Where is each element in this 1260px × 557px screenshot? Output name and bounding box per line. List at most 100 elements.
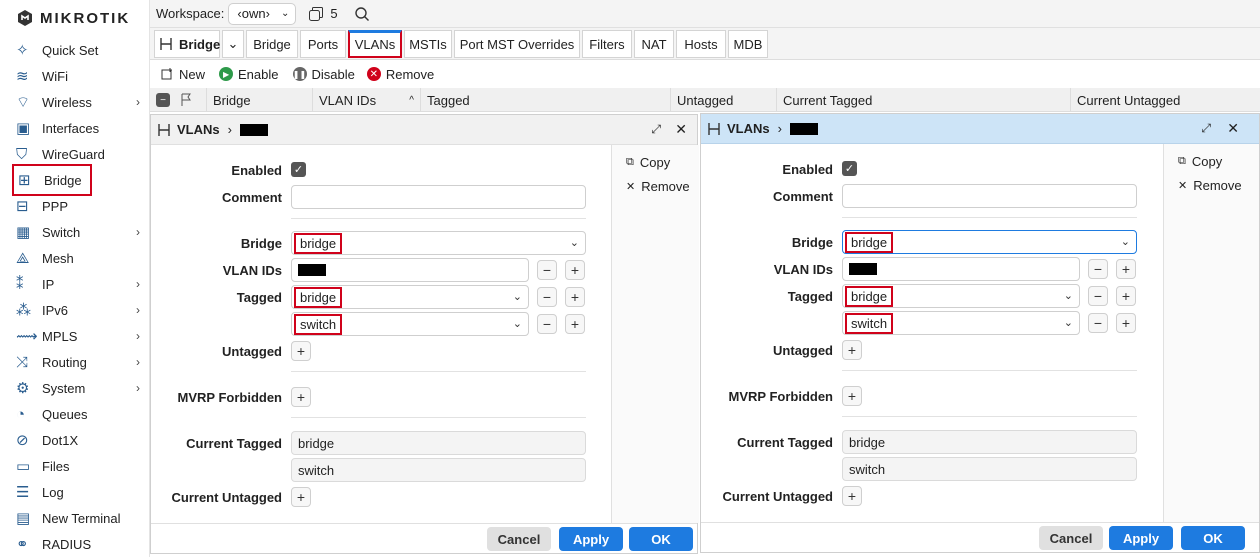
sidebar-item-mesh[interactable]: ⟁ Mesh [12,246,148,270]
remove-action-button[interactable]: ✕ Remove [626,179,690,194]
tagged-select-1[interactable]: bridge ⌄ [842,284,1080,308]
disable-button[interactable]: ❚❚ Disable [292,67,355,82]
tabs-dropdown[interactable]: ⌄ [222,30,244,58]
sidebar-item-mpls[interactable]: ⟿ MPLS › [12,324,148,348]
sidebar-item-new-terminal[interactable]: ▤ New Terminal [12,506,148,530]
col-untagged[interactable]: Untagged [670,88,776,112]
tagged-select-2[interactable]: switch ⌄ [291,312,529,336]
close-icon[interactable]: ✕ [1227,120,1239,137]
cancel-button[interactable]: Cancel [487,527,551,551]
enable-button[interactable]: ▶ Enable [219,67,279,82]
sidebar-item-bridge[interactable]: ⊞ Bridge [12,164,92,196]
search-icon[interactable] [354,6,370,22]
workspace-select[interactable]: ‹own› ⌄ [228,2,297,25]
col-tagged[interactable]: Tagged [420,88,670,112]
tab-label: VLANs [354,37,396,52]
mvrp-add-button[interactable]: + [842,386,862,406]
tagged-select-2[interactable]: switch ⌄ [842,311,1080,335]
vlan-ids-remove-button[interactable]: − [537,260,557,280]
sidebar-item-wireguard[interactable]: ⛉ WireGuard [12,142,148,166]
tab-label: MSTIs [409,36,447,52]
select-all-checkbox[interactable]: − [156,93,170,107]
enabled-checkbox[interactable]: ✓ [291,162,306,177]
tab-hosts[interactable]: Hosts [676,30,726,58]
enabled-checkbox[interactable]: ✓ [842,161,857,176]
ok-button[interactable]: OK [629,527,693,551]
tagged-1-remove-button[interactable]: − [1088,286,1108,306]
bridge-select[interactable]: bridge ⌄ [291,231,586,255]
close-icon[interactable]: ✕ [675,121,687,138]
sidebar-item-ipv6[interactable]: ⁂ IPv6 › [12,298,148,322]
ok-button[interactable]: OK [1181,526,1245,550]
sidebar-item-queues[interactable]: ◔ Queues [12,402,148,426]
play-icon: ▶ [219,67,234,81]
dialog-actions-panel: ⧉ Copy ✕ Remove [1163,144,1259,522]
tab-label: Hosts [684,36,718,52]
sidebar-item-log[interactable]: ☰ Log [12,480,148,504]
bridge-select[interactable]: bridge ⌄ [842,230,1137,254]
tab-mdb[interactable]: MDB [728,30,768,58]
sidebar-item-files[interactable]: ▭ Files [12,454,148,478]
apply-button[interactable]: Apply [559,527,623,551]
col-current-tagged[interactable]: Current Tagged [776,88,1070,112]
copy-button[interactable]: ⧉ Copy [626,155,670,170]
sidebar-item-radius[interactable]: ⚭ RADIUS [12,532,148,556]
field-label: Current Untagged [722,489,834,504]
current-untagged-add-button[interactable]: + [842,486,862,506]
tab-bridge[interactable]: Bridge [246,30,298,58]
col-bridge[interactable]: Bridge [206,88,312,112]
remove-action-button[interactable]: ✕ Remove [1178,178,1242,193]
tagged-1-add-button[interactable]: + [1116,286,1136,306]
current-untagged-add-button[interactable]: + [291,487,311,507]
sidebar-item-system[interactable]: ⚙ System › [12,376,148,400]
apply-button[interactable]: Apply [1109,526,1173,550]
col-vlan-ids[interactable]: VLAN IDs ^ [312,88,420,112]
sidebar-item-label: WiFi [42,68,68,84]
tab-vlans[interactable]: VLANs [348,30,402,58]
col-current-untagged[interactable]: Current Untagged [1070,88,1260,112]
vlan-ids-remove-button[interactable]: − [1088,259,1108,279]
sidebar-item-ip[interactable]: ⁑ IP › [12,272,148,296]
copy-button[interactable]: ⧉ Copy [1178,154,1222,169]
untagged-add-button[interactable]: + [842,340,862,360]
tagged-1-add-button[interactable]: + [565,287,585,307]
sidebar-item-label: PPP [42,198,69,214]
untagged-add-button[interactable]: + [291,341,311,361]
sidebar-item-quick-set[interactable]: ✧ Quick Set [12,38,148,62]
sidebar-item-switch[interactable]: ▦ Switch › [12,220,148,244]
vlan-ids-input[interactable] [291,258,529,282]
comment-input[interactable] [842,184,1137,208]
tagged-select-1[interactable]: bridge ⌄ [291,285,529,309]
remove-button[interactable]: ✕ Remove [366,67,434,82]
tagged-2-add-button[interactable]: + [1116,313,1136,333]
tab-filters[interactable]: Filters [582,30,632,58]
mvrp-add-button[interactable]: + [291,387,311,407]
sidebar-item-interfaces[interactable]: ▣ Interfaces [12,116,148,140]
tab-nat[interactable]: NAT [634,30,674,58]
windows-icon[interactable] [308,6,324,22]
sidebar-item-label: IPv6 [42,302,69,318]
sidebar-item-wifi[interactable]: ≋ WiFi [12,64,148,88]
tab-port-mst-overrides[interactable]: Port MST Overrides [454,30,580,58]
tab-ports[interactable]: Ports [300,30,346,58]
mpls-icon: ⟿ [16,328,38,345]
restore-icon[interactable]: ⤢ [651,122,661,137]
vlan-ids-add-button[interactable]: + [1116,259,1136,279]
sidebar-item-ppp[interactable]: ⊟ PPP [12,194,148,218]
sidebar-item-label: Files [42,458,70,474]
sidebar-item-routing[interactable]: ⤨ Routing › [12,350,148,374]
restore-icon[interactable]: ⤢ [1201,121,1211,136]
tagged-2-remove-button[interactable]: − [537,314,557,334]
comment-input[interactable] [291,185,586,209]
tagged-2-add-button[interactable]: + [565,314,585,334]
sidebar-item-dot1x[interactable]: ⊘ Dot1X [12,428,148,452]
tagged-2-remove-button[interactable]: − [1088,313,1108,333]
vlan-ids-input[interactable] [842,257,1080,281]
tagged-1-remove-button[interactable]: − [537,287,557,307]
new-button[interactable]: New [160,67,205,82]
dialog-footer: Cancel Apply OK [151,523,697,553]
cancel-button[interactable]: Cancel [1039,526,1103,550]
tab-mstis[interactable]: MSTIs [404,30,452,58]
sidebar-item-wireless[interactable]: ⌔ Wireless › [12,90,148,114]
vlan-ids-add-button[interactable]: + [565,260,585,280]
